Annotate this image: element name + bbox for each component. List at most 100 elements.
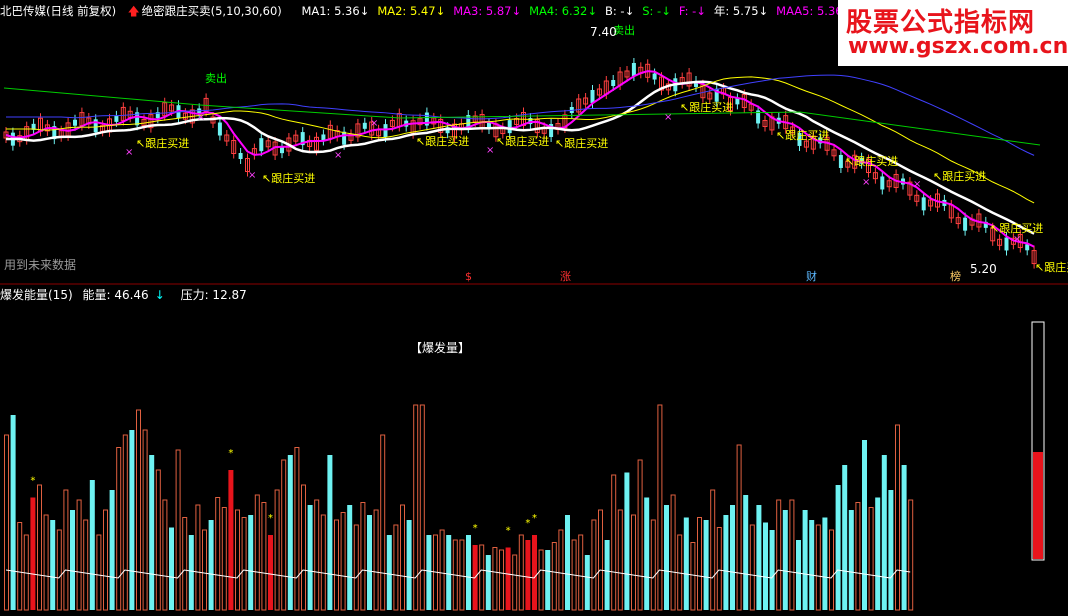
energy-bar	[116, 447, 122, 611]
energy-bar	[208, 520, 214, 610]
energy-bar	[202, 529, 207, 611]
energy-bar	[142, 429, 148, 611]
energy-bar	[617, 509, 623, 611]
buy-signal-label: ↖跟庄买进	[416, 134, 469, 148]
energy-bar	[829, 529, 834, 611]
energy-bar	[221, 507, 227, 611]
pressure-value: 压力: 12.87	[180, 288, 247, 302]
energy-bar	[419, 404, 425, 611]
energy-bar	[769, 530, 775, 610]
energy-bar	[353, 524, 359, 611]
energy-bar	[175, 449, 181, 611]
marker-zhang[interactable]: 涨	[560, 270, 571, 283]
energy-bar	[591, 519, 597, 611]
marker-cai[interactable]: 财	[806, 269, 817, 283]
energy-panel[interactable]: **** ** *	[4, 321, 1045, 611]
future-data-note: 用到未来数据	[4, 257, 76, 272]
burst-star: *	[228, 448, 233, 459]
burst-star: *	[525, 518, 530, 529]
energy-bar	[274, 489, 280, 611]
energy-bar	[697, 517, 702, 611]
energy-bar	[848, 510, 854, 610]
candle-body	[259, 138, 264, 152]
energy-gauge-fill	[1033, 452, 1043, 559]
energy-bar	[736, 444, 742, 611]
energy-bar	[63, 489, 69, 611]
energy-bar	[835, 485, 841, 610]
cross-marker: ×	[664, 112, 672, 123]
buy-signal-label: ↖跟庄买进	[496, 134, 549, 148]
energy-title: 爆发能量(15)	[0, 288, 73, 302]
energy-bar	[287, 455, 293, 610]
energy-bar	[83, 519, 89, 611]
energy-bar	[881, 455, 887, 610]
energy-bar	[789, 499, 795, 611]
energy-bar	[809, 520, 815, 610]
energy-bar	[782, 510, 788, 610]
energy-bar	[380, 434, 386, 611]
energy-bar	[598, 509, 603, 611]
energy-bar	[89, 480, 95, 610]
energy-bar	[386, 535, 392, 610]
energy-bar	[518, 534, 524, 611]
energy-bar	[584, 555, 590, 610]
energy-bar	[235, 509, 240, 611]
energy-bar	[538, 549, 544, 611]
energy-bar	[37, 484, 42, 611]
energy-bar	[868, 507, 874, 611]
energy-bar	[558, 529, 564, 611]
energy-bar	[862, 440, 867, 610]
marker-bang[interactable]: 榜	[950, 269, 961, 283]
energy-bar	[644, 497, 650, 610]
marker-dollar[interactable]: $	[465, 270, 472, 283]
energy-bar	[664, 505, 669, 610]
candle-body	[880, 176, 885, 190]
cross-marker: ×	[197, 112, 205, 123]
cross-marker: ×	[370, 118, 378, 129]
energy-header: 爆发能量(15) 能量: 46.46 ↓ 压力: 12.87	[0, 286, 600, 302]
energy-bar	[129, 430, 135, 610]
buy-signal-label: ↖跟庄买进	[262, 171, 315, 185]
energy-bar	[631, 514, 636, 611]
candle-body	[383, 124, 388, 138]
price-panel[interactable]: ↖跟庄买进 ↖跟庄买进 ↖跟庄买进 ↖跟庄买进 ↖跟庄买进 ↖跟庄买进 ↖跟庄买进 ↖跟庄买进…	[3, 23, 1068, 274]
energy-bar	[367, 515, 372, 610]
down-arrow-icon: ↓	[154, 288, 165, 302]
energy-bar	[551, 542, 557, 611]
candle-body	[1025, 244, 1030, 251]
energy-bar	[512, 554, 518, 611]
energy-bar	[723, 515, 729, 610]
energy-bar	[815, 524, 821, 611]
candle-body	[590, 90, 595, 103]
energy-bar	[908, 499, 914, 611]
candle-body	[73, 119, 77, 126]
energy-bar	[307, 505, 313, 610]
buy-signal-label: ↖跟庄买进	[1035, 260, 1068, 274]
energy-bar	[683, 517, 689, 610]
cross-marker: ×	[1013, 234, 1021, 245]
energy-bar	[188, 535, 194, 610]
candle-body	[114, 115, 119, 122]
energy-bar	[334, 519, 339, 611]
cross-marker: ×	[334, 150, 342, 161]
energy-bar	[888, 490, 894, 610]
energy-bar	[802, 510, 808, 610]
energy-bar	[776, 499, 782, 611]
burst-star: *	[268, 513, 273, 524]
candle-body	[611, 80, 616, 86]
cross-marker: ×	[248, 170, 256, 181]
chart-canvas[interactable]: ↖跟庄买进 ↖跟庄买进 ↖跟庄买进 ↖跟庄买进 ↖跟庄买进 ↖跟庄买进 ↖跟庄买进 ↖跟庄买进…	[0, 0, 1068, 616]
energy-bar	[10, 415, 16, 610]
energy-bar	[624, 472, 630, 610]
candle-body	[238, 153, 243, 159]
cross-marker: ×	[862, 177, 870, 188]
energy-bar	[703, 520, 709, 610]
energy-bar	[492, 547, 498, 611]
energy-bar	[96, 534, 102, 611]
price-high-label: 7.40	[590, 25, 617, 39]
sell-signal-label: 卖出	[205, 71, 227, 85]
buy-signal-label: ↖跟庄买进	[680, 100, 733, 114]
energy-bar	[822, 517, 828, 610]
energy-bar	[248, 515, 254, 610]
buy-signal-label: ↖跟庄买进	[555, 136, 608, 150]
